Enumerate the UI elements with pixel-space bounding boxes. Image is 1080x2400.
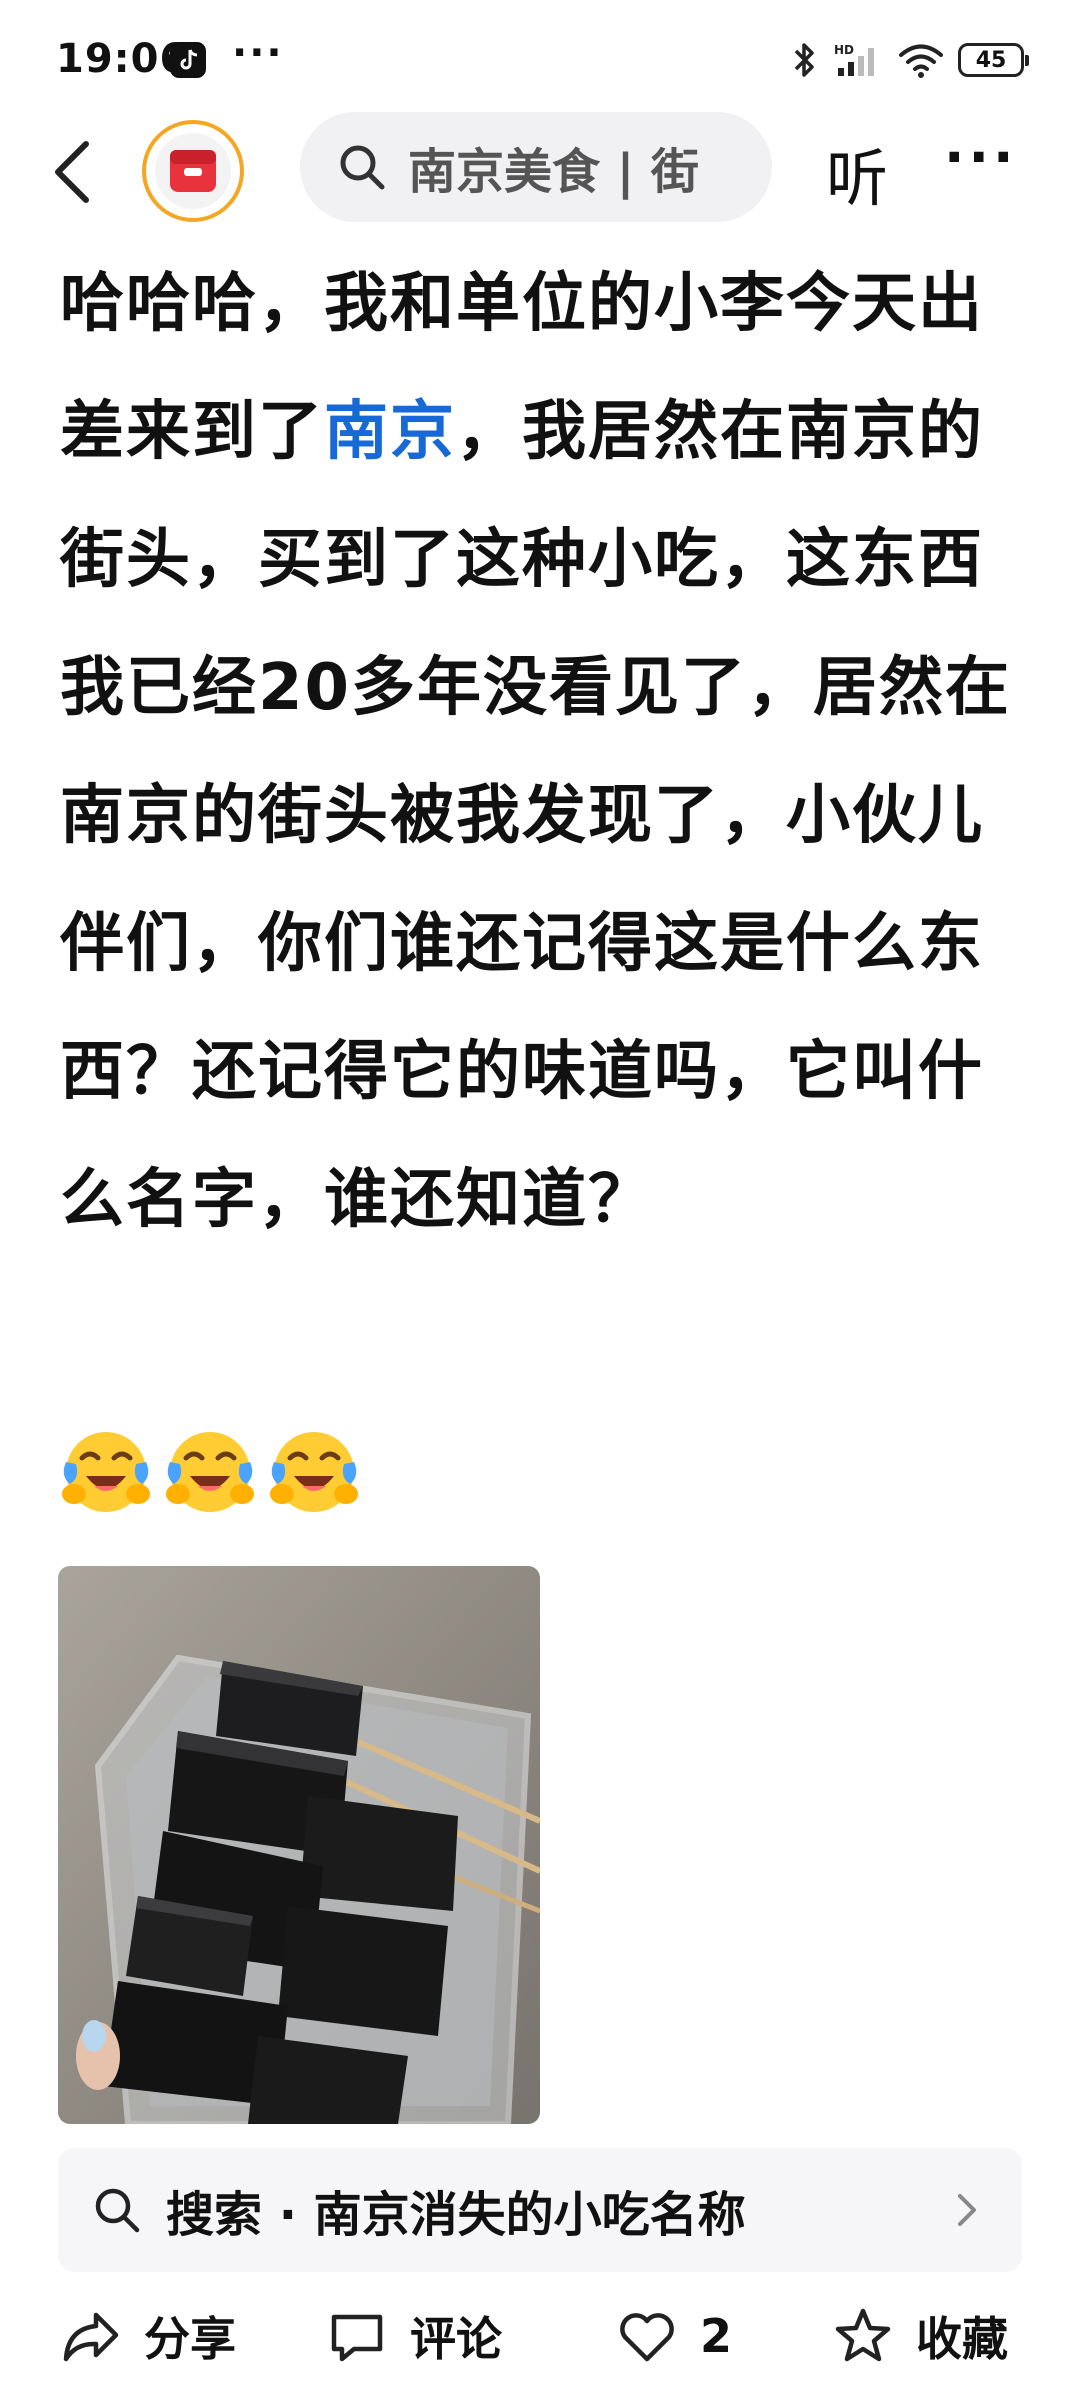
related-search-label: 搜索 · 南京消失的小吃名称	[166, 2187, 746, 2243]
chevron-left-icon	[55, 141, 89, 203]
comment-label: 评论	[410, 2312, 502, 2366]
heart-icon	[620, 2313, 674, 2362]
search-input[interactable]: 南京美食 | 街	[300, 112, 772, 222]
chevron-right-icon	[958, 2194, 976, 2226]
star-icon	[835, 2308, 891, 2362]
location-link[interactable]: 南京	[324, 395, 456, 469]
related-search-bar[interactable]: 搜索 · 南京消失的小吃名称	[58, 2148, 1022, 2272]
favorite-label: 收藏	[916, 2312, 1008, 2366]
laughing-crying-emoji-icon	[62, 1432, 150, 1512]
share-button[interactable]: 分享	[60, 2296, 236, 2376]
comment-button[interactable]: 评论	[326, 2296, 502, 2376]
hd-label: HD	[834, 43, 854, 57]
bottom-action-bar: 分享 评论 2 收藏	[0, 2278, 1080, 2388]
listen-button[interactable]: 听	[826, 128, 888, 218]
laughing-crying-emoji-icon	[166, 1432, 254, 1512]
battery-level: 45	[975, 47, 1007, 73]
cellular-signal-icon: HD	[834, 43, 874, 76]
status-bar: 19:06 ··· HD 45	[0, 0, 1080, 122]
emoji-row	[58, 1422, 362, 1518]
wifi-icon	[899, 44, 943, 78]
app-avatar[interactable]	[142, 120, 244, 222]
like-button[interactable]: 2	[616, 2296, 732, 2376]
share-label: 分享	[144, 2312, 236, 2366]
top-nav: 南京美食 | 街 听 ···	[0, 110, 1080, 230]
tiktok-notification-icon	[170, 42, 206, 78]
status-more-dots: ···	[232, 30, 284, 76]
back-button[interactable]	[44, 132, 104, 212]
search-icon	[340, 145, 385, 190]
status-time: 19:06	[56, 36, 189, 82]
app-logo-icon	[155, 133, 231, 209]
search-placeholder: 南京美食 | 街	[408, 144, 699, 200]
favorite-button[interactable]: 收藏	[832, 2296, 1008, 2376]
post-text-end: ，我居然在南京的街头，买到了这种小吃，这东西我已经20多年没看见了，居然在南京的…	[60, 395, 1012, 1237]
black-tofu-snack-image	[58, 1566, 540, 2124]
laughing-crying-emoji-icon	[270, 1432, 358, 1512]
like-count: 2	[700, 2309, 733, 2363]
battery-indicator: 45	[958, 43, 1029, 77]
search-icon	[95, 2188, 140, 2233]
post-photo[interactable]	[58, 1566, 540, 2124]
more-options-button[interactable]: ···	[944, 126, 1018, 189]
status-icons: HD 45	[790, 40, 1029, 80]
bluetooth-icon	[794, 43, 814, 77]
comment-icon	[331, 2314, 383, 2362]
share-icon	[63, 2312, 119, 2362]
post-body: 哈哈哈，我和单位的小李今天出差来到了南京，我居然在南京的街头，买到了这种小吃，这…	[60, 240, 1020, 1264]
